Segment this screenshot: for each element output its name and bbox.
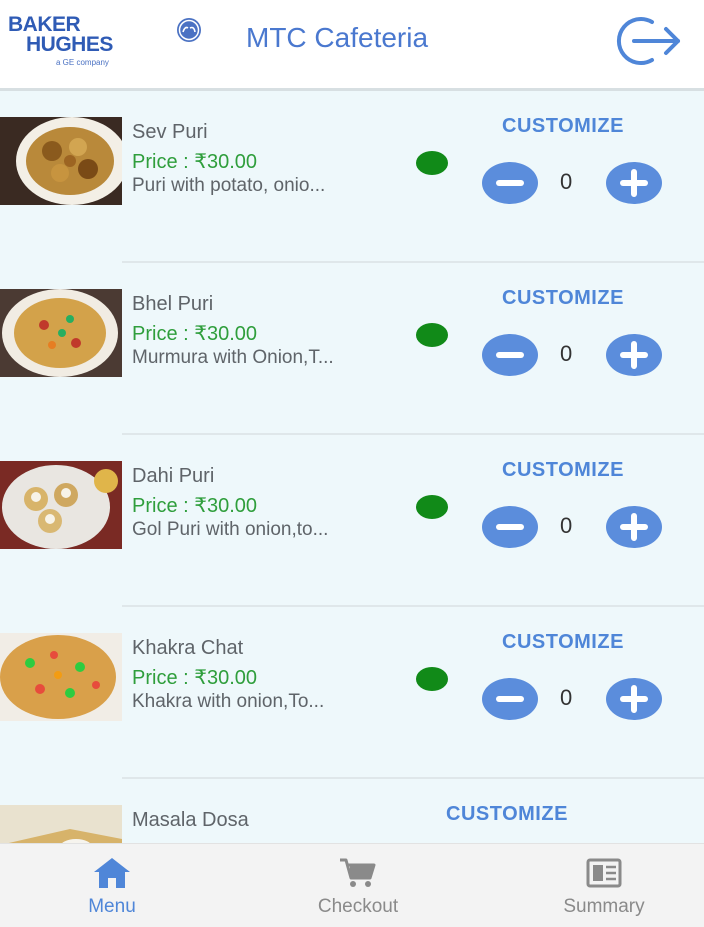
customize-button[interactable]: CUSTOMIZE: [502, 459, 624, 482]
veg-indicator: [416, 323, 448, 347]
tab-label: Menu: [88, 896, 136, 917]
app-header: BAKER HUGHES a GE company MTC Cafeteria: [0, 0, 704, 91]
menu-item-khakra-chat[interactable]: Khakra Chat Price : ₹30.00 Khakra with o…: [0, 607, 704, 779]
decrement-button[interactable]: [481, 161, 539, 205]
tab-label: Checkout: [317, 896, 399, 917]
veg-indicator: [416, 495, 448, 519]
food-image: [0, 633, 122, 721]
customize-button[interactable]: CUSTOMIZE: [502, 287, 624, 310]
tab-label: Summary: [563, 896, 645, 917]
quantity-value: 0: [560, 169, 573, 194]
baker-hughes-logo: BAKER HUGHES a GE company: [8, 14, 208, 70]
tab-menu[interactable]: Menu: [42, 844, 182, 927]
quantity-value: 0: [560, 341, 573, 366]
item-description: Murmura with Onion,T...: [132, 347, 334, 368]
app-title: MTC Cafeteria: [246, 22, 429, 53]
item-description: Gol Puri with onion,to...: [132, 519, 329, 540]
veg-indicator: [416, 151, 448, 175]
food-image: [0, 117, 122, 205]
menu-item-bhel-puri[interactable]: Bhel Puri Price : ₹30.00 Murmura with On…: [0, 263, 704, 435]
increment-button[interactable]: [605, 677, 663, 721]
decrement-button[interactable]: [481, 505, 539, 549]
menu-item-sev-puri[interactable]: Sev Puri Price : ₹30.00 Puri with potato…: [0, 91, 704, 263]
item-price: Price : ₹30.00: [132, 151, 258, 173]
bottom-navigation: Menu Checkout Summary: [0, 843, 704, 927]
customize-button[interactable]: CUSTOMIZE: [502, 115, 624, 138]
food-image: [0, 805, 122, 843]
veg-indicator: [416, 667, 448, 691]
item-name: Bhel Puri: [132, 293, 214, 315]
item-name: Sev Puri: [132, 121, 208, 143]
customize-button[interactable]: CUSTOMIZE: [446, 803, 568, 826]
menu-item-masala-dosa[interactable]: Masala Dosa CUSTOMIZE: [0, 779, 704, 843]
ge-monogram-icon: [177, 18, 201, 42]
food-image: [0, 461, 122, 549]
item-description: Khakra with onion,To...: [132, 691, 325, 712]
tab-summary[interactable]: Summary: [534, 844, 674, 927]
food-image: [0, 289, 122, 377]
decrement-button[interactable]: [481, 333, 539, 377]
logo-line2: HUGHES: [26, 33, 113, 56]
quantity-value: 0: [560, 513, 573, 538]
item-name: Dahi Puri: [132, 465, 215, 487]
menu-list[interactable]: Sev Puri Price : ₹30.00 Puri with potato…: [0, 91, 704, 843]
item-price: Price : ₹30.00: [132, 495, 258, 517]
logout-icon[interactable]: [612, 14, 684, 68]
item-name: Khakra Chat: [132, 637, 244, 659]
logo-line1: BAKER: [8, 13, 81, 36]
item-price: Price : ₹30.00: [132, 323, 258, 345]
receipt-icon: [586, 858, 622, 888]
menu-item-dahi-puri[interactable]: Dahi Puri Price : ₹30.00 Gol Puri with o…: [0, 435, 704, 607]
item-description: Puri with potato, onio...: [132, 175, 326, 196]
item-price: Price : ₹30.00: [132, 667, 258, 689]
decrement-button[interactable]: [481, 677, 539, 721]
tab-checkout[interactable]: Checkout: [288, 844, 428, 927]
quantity-value: 0: [560, 685, 573, 710]
item-name: Masala Dosa: [132, 809, 249, 831]
cart-icon: [340, 858, 376, 887]
logo-subtitle: a GE company: [56, 58, 109, 67]
home-icon: [94, 858, 130, 888]
increment-button[interactable]: [605, 161, 663, 205]
increment-button[interactable]: [605, 505, 663, 549]
customize-button[interactable]: CUSTOMIZE: [502, 631, 624, 654]
increment-button[interactable]: [605, 333, 663, 377]
